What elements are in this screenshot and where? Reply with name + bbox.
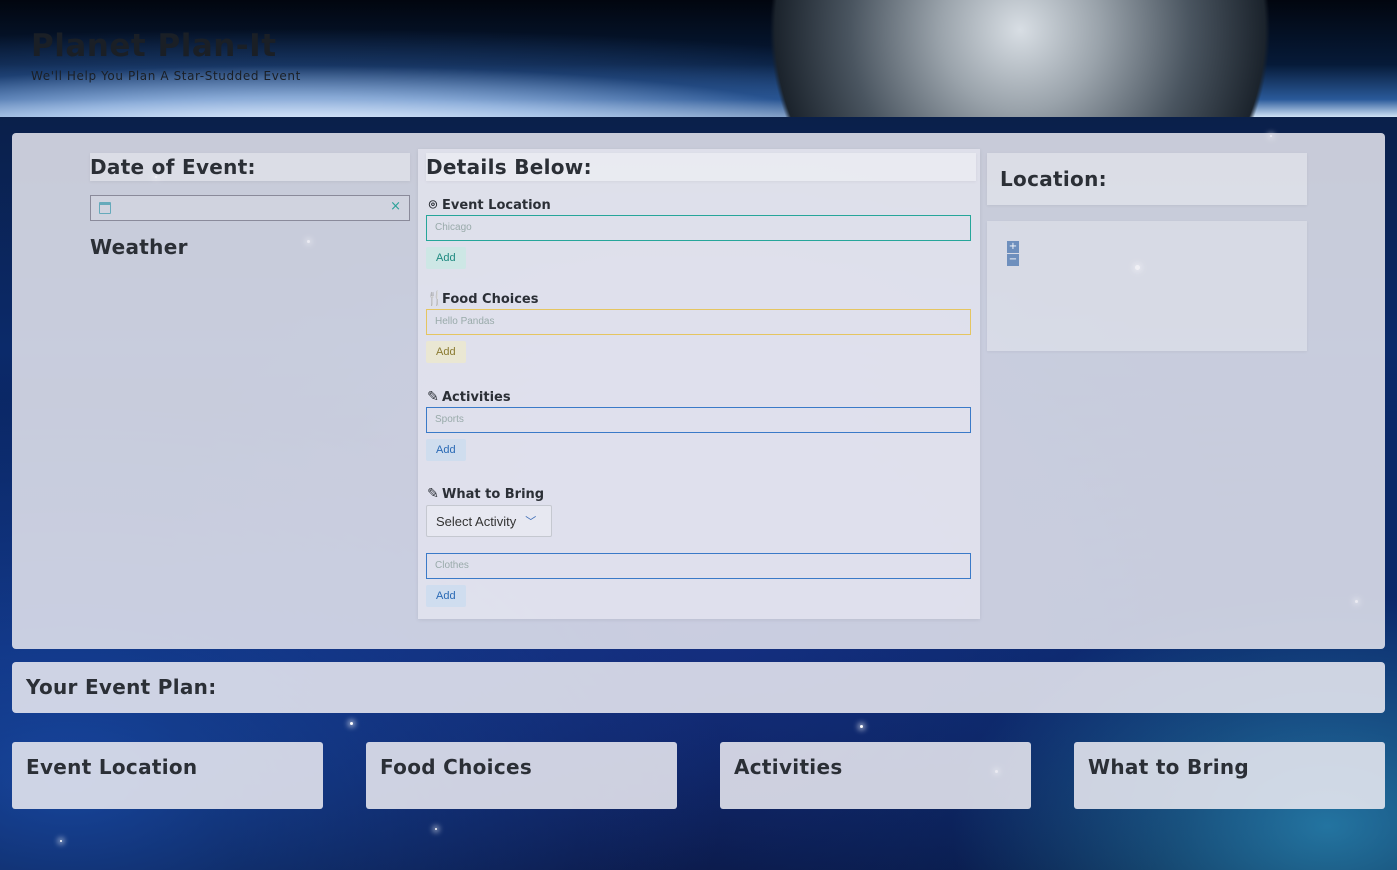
plan-card-food-choices: Food Choices xyxy=(366,742,677,809)
activity-icon: ✎ xyxy=(427,486,439,502)
app-subtitle: We'll Help You Plan A Star-Studded Event xyxy=(31,69,301,83)
location-column: Location: + − xyxy=(987,153,1307,351)
date-heading-bar: Date of Event: xyxy=(90,153,410,181)
weather-heading: Weather xyxy=(90,235,188,259)
app-title: Planet Plan-It xyxy=(31,28,277,64)
activities-add-button[interactable]: Add xyxy=(426,439,466,461)
activities-label: ✎ Activities xyxy=(426,385,971,405)
event-plan-heading: Your Event Plan: xyxy=(26,675,217,699)
map-container[interactable]: + − xyxy=(987,221,1307,351)
event-location-field: ⌾ Event Location Chicago Add xyxy=(426,193,971,269)
utensils-icon: 🍴 xyxy=(426,291,444,307)
zoom-in-button[interactable]: + xyxy=(1007,241,1019,253)
plan-card-event-location: Event Location xyxy=(12,742,323,809)
food-choices-add-button[interactable]: Add xyxy=(426,341,466,363)
food-choices-field: 🍴 Food Choices Hello Pandas Add xyxy=(426,287,971,363)
main-panel: Date of Event: × Weather Details Below: … xyxy=(12,133,1385,649)
activity-select-value: Select Activity xyxy=(436,513,517,529)
activity-select-dropdown[interactable]: Select Activity ﹀ xyxy=(426,505,552,537)
activities-input[interactable]: Sports xyxy=(426,407,971,433)
activity-icon: ✎ xyxy=(427,389,439,405)
what-to-bring-input[interactable]: Clothes xyxy=(426,553,971,579)
app-header: Planet Plan-It We'll Help You Plan A Sta… xyxy=(0,0,1397,117)
plan-card-title: Food Choices xyxy=(380,755,533,779)
activities-label-text: Activities xyxy=(442,390,511,405)
activities-field: ✎ Activities Sports Add xyxy=(426,385,971,461)
zoom-out-button[interactable]: − xyxy=(1007,254,1019,266)
event-plan-header: Your Event Plan: xyxy=(12,662,1385,713)
date-heading: Date of Event: xyxy=(90,155,256,179)
map-pin-icon: ⌾ xyxy=(428,197,438,213)
event-location-add-button[interactable]: Add xyxy=(426,247,466,269)
plan-card-title: What to Bring xyxy=(1088,755,1249,779)
event-location-label: ⌾ Event Location xyxy=(426,193,971,213)
location-heading: Location: xyxy=(1000,167,1107,191)
date-picker-input[interactable]: × xyxy=(90,195,410,221)
plan-card-activities: Activities xyxy=(720,742,1031,809)
what-to-bring-field: ✎ What to Bring Select Activity ﹀ Clothe… xyxy=(426,482,971,607)
clear-icon[interactable]: × xyxy=(390,199,401,214)
food-choices-label: 🍴 Food Choices xyxy=(426,287,971,307)
chevron-down-icon: ﹀ xyxy=(525,516,537,528)
what-to-bring-label-text: What to Bring xyxy=(442,487,545,502)
plan-card-title: Event Location xyxy=(26,755,198,779)
event-location-label-text: Event Location xyxy=(442,198,551,213)
plan-card-what-to-bring: What to Bring xyxy=(1074,742,1385,809)
what-to-bring-add-button[interactable]: Add xyxy=(426,585,466,607)
plan-card-title: Activities xyxy=(734,755,843,779)
what-to-bring-label: ✎ What to Bring xyxy=(426,482,971,502)
date-column: Date of Event: × Weather xyxy=(90,153,410,259)
details-heading: Details Below: xyxy=(426,155,592,179)
location-heading-bar: Location: xyxy=(987,153,1307,205)
food-choices-label-text: Food Choices xyxy=(442,292,539,307)
details-heading-bar: Details Below: xyxy=(426,153,976,181)
food-choices-input[interactable]: Hello Pandas xyxy=(426,309,971,335)
event-location-input[interactable]: Chicago xyxy=(426,215,971,241)
details-panel: Details Below: ⌾ Event Location Chicago … xyxy=(418,149,980,619)
calendar-icon[interactable] xyxy=(99,202,111,214)
